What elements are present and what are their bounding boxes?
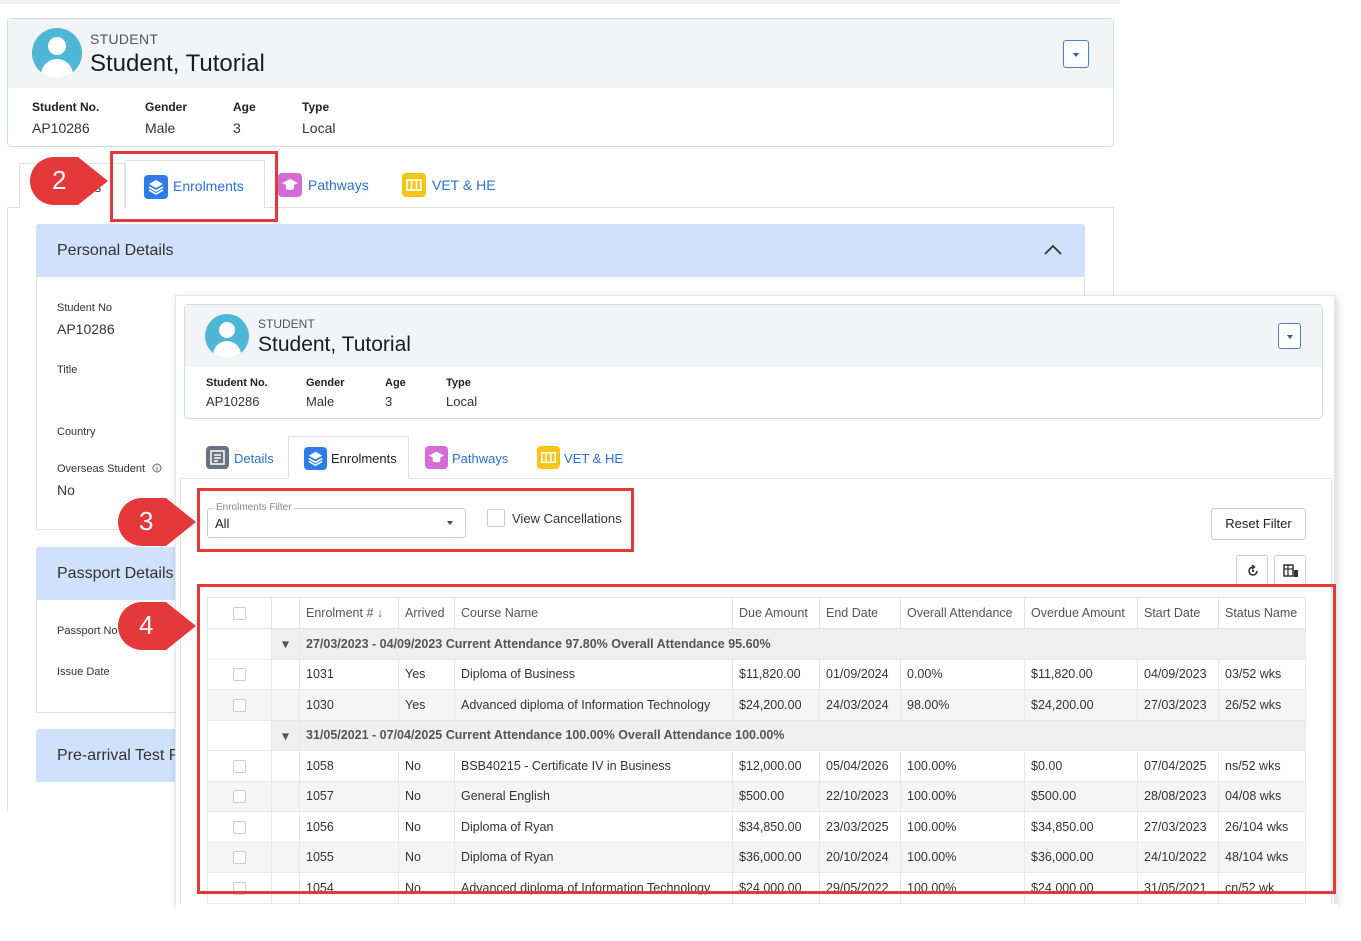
section-title: Pre-arrival Test R	[57, 747, 181, 764]
passport-no-label: Passport No	[57, 625, 118, 637]
student-name: Student, Tutorial	[90, 50, 265, 77]
field-label-age: Age	[233, 100, 256, 114]
tab-vet-he-label: VET & HE	[432, 177, 496, 193]
tab-pathways-label: Pathways	[308, 177, 369, 193]
graduation-cap-icon	[278, 173, 302, 197]
field-value-type: Local	[446, 394, 478, 409]
highlight-box-enrolments-tab	[110, 151, 278, 222]
section-title: Personal Details	[57, 242, 174, 259]
student-eyebrow: STUDENT	[90, 31, 159, 47]
header-dropdown-button[interactable]	[1278, 323, 1301, 349]
overseas-student-label: Overseas Student	[57, 463, 146, 475]
tab-vet-he[interactable]: VET & HE	[537, 446, 627, 470]
field-value-student-no: AP10286	[32, 120, 90, 136]
section-title: Passport Details	[57, 565, 174, 582]
student-no-value: AP10286	[57, 321, 115, 337]
tab-details[interactable]: Details	[206, 446, 286, 470]
columns-chooser-icon	[1283, 564, 1298, 577]
student-name: Student, Tutorial	[258, 333, 411, 356]
tab-pathways[interactable]: Pathways	[278, 172, 378, 198]
avatar-icon	[205, 314, 249, 358]
tab-details-label: Details	[234, 451, 274, 466]
chevron-down-icon	[1286, 335, 1293, 339]
columns-icon	[402, 173, 426, 197]
page-bottom-margin	[176, 904, 1338, 941]
top-divider	[0, 0, 1120, 4]
tab-enrolments-label: Enrolments	[331, 451, 397, 466]
field-label-student-no: Student No.	[32, 100, 100, 114]
step-marker-2	[30, 157, 108, 205]
personal-details-header[interactable]: Personal Details	[36, 224, 1085, 277]
chevron-up-icon	[1044, 244, 1062, 255]
field-label-gender: Gender	[145, 100, 188, 114]
field-label-gender: Gender	[306, 377, 345, 389]
layers-icon	[304, 447, 327, 470]
refresh-grid-button[interactable]	[1236, 555, 1268, 586]
tab-pathways-label: Pathways	[452, 451, 509, 466]
issue-date-label: Issue Date	[57, 666, 110, 678]
field-value-gender: Male	[145, 120, 176, 136]
refresh-icon	[1248, 564, 1258, 576]
field-value-age: 3	[385, 394, 393, 409]
student-no-label: Student No	[57, 302, 113, 314]
student-eyebrow: STUDENT	[258, 317, 315, 331]
field-label-age: Age	[385, 377, 406, 389]
field-label-type: Type	[446, 377, 471, 389]
graduation-cap-icon	[425, 446, 448, 469]
highlight-box-grid	[197, 584, 1336, 894]
header-dropdown-button[interactable]	[1063, 40, 1089, 68]
step-marker-3-label: 3	[139, 506, 154, 536]
document-icon	[206, 446, 229, 469]
step-marker-4	[118, 602, 196, 650]
field-value-gender: Male	[306, 394, 335, 409]
reset-filter-button[interactable]: Reset Filter	[1211, 508, 1306, 540]
title-label: Title	[57, 364, 78, 376]
tab-enrolments[interactable]: Enrolments	[288, 436, 409, 479]
field-value-type: Local	[302, 120, 336, 136]
tab-vet-he[interactable]: VET & HE	[402, 172, 502, 198]
info-icon[interactable]	[152, 463, 162, 473]
field-value-age: 3	[233, 120, 241, 136]
chevron-down-icon	[1073, 53, 1079, 57]
step-marker-3	[118, 498, 196, 546]
field-value-student-no: AP10286	[206, 394, 260, 409]
columns-icon	[537, 446, 560, 469]
overseas-student-value: No	[57, 482, 75, 498]
tab-vet-he-label: VET & HE	[564, 451, 624, 466]
tab-pathways[interactable]: Pathways	[425, 446, 515, 470]
column-chooser-button[interactable]	[1274, 555, 1306, 586]
step-marker-2-label: 2	[52, 165, 67, 195]
step-marker-4-label: 4	[139, 610, 154, 640]
avatar-icon	[32, 28, 82, 78]
country-label: Country	[57, 426, 96, 438]
highlight-box-filter	[197, 488, 634, 552]
field-label-student-no: Student No.	[206, 377, 268, 389]
field-label-type: Type	[302, 100, 330, 114]
